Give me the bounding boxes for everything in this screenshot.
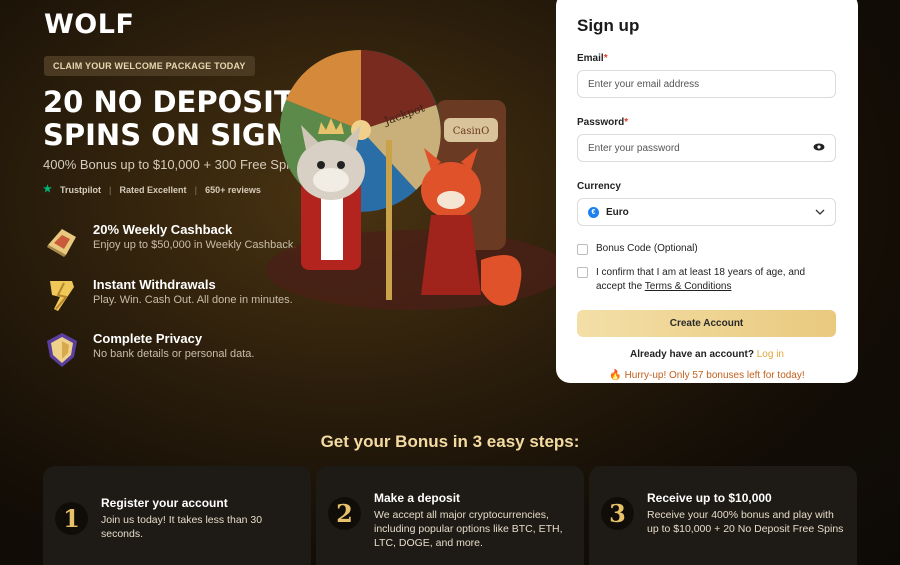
divider: | (194, 184, 198, 195)
step-title: Make a deposit (374, 491, 461, 505)
signup-title: Sign up (577, 16, 640, 35)
step-number: 1 (55, 502, 88, 535)
hurry-message: 🔥 Hurry-up! Only 57 bonuses left for tod… (609, 370, 805, 381)
step-desc: Join us today! It takes less than 30 sec… (101, 514, 263, 540)
password-field-wrapper (577, 134, 836, 162)
claim-badge: CLAIM YOUR WELCOME PACKAGE TODAY (44, 56, 255, 76)
step-number: 2 (328, 497, 361, 530)
email-field[interactable] (588, 78, 788, 90)
shield-icon (44, 331, 80, 369)
step-card-register: 1 Register your account Join us today! I… (43, 466, 311, 565)
bonus-code-checkbox[interactable] (577, 244, 588, 255)
email-label: Email* (577, 53, 608, 64)
feature-withdrawals: Instant Withdrawals Play. Win. Cash Out.… (44, 277, 293, 315)
feature-desc: Play. Win. Cash Out. All done in minutes… (93, 294, 293, 306)
step-card-receive: 3 Receive up to $10,000 Receive your 400… (589, 466, 857, 565)
create-account-button[interactable]: Create Account (577, 310, 836, 337)
login-link[interactable]: Log in (757, 349, 784, 360)
feature-desc: No bank details or personal data. (93, 348, 255, 360)
divider: | (108, 184, 112, 195)
bonus-code-row: Bonus Code (Optional) (577, 243, 837, 255)
feature-title: Complete Privacy (93, 331, 203, 346)
hero-subline: 400% Bonus up to $10,000 + 300 Free Spin… (43, 157, 303, 172)
trustpilot-rating: ★ Trustpilot | Rated Excellent | 650+ re… (43, 184, 261, 195)
terms-text: I confirm that I am at least 18 years of… (596, 267, 805, 292)
lightning-icon (44, 277, 80, 315)
password-field[interactable] (588, 142, 788, 154)
terms-link[interactable]: Terms & Conditions (645, 281, 732, 292)
site-logo[interactable]: WOLF (44, 9, 134, 40)
rating-reviews: 650+ reviews (205, 184, 261, 195)
feature-title: Instant Withdrawals (93, 277, 216, 292)
feature-privacy: Complete Privacy No bank details or pers… (44, 331, 254, 369)
mascot-illustration: CasinO Jackpot (266, 49, 556, 310)
bonus-code-label: Bonus Code (Optional) (596, 243, 698, 254)
terms-row: I confirm that I am at least 18 years of… (577, 266, 837, 294)
trustpilot-label: Trustpilot (59, 184, 101, 195)
rating-score: Rated Excellent (119, 184, 187, 195)
step-desc: Receive your 400% bonus and play with up… (647, 509, 844, 535)
currency-label: Currency (577, 181, 621, 192)
signup-form: Sign up Email* Password* Currency € Euro… (556, 0, 858, 383)
step-desc: We accept all major cryptocurrencies, in… (374, 509, 563, 549)
fire-icon: 🔥 (609, 370, 622, 381)
show-password-eye-icon[interactable] (813, 143, 825, 154)
euro-icon: € (588, 206, 599, 218)
cashback-icon (44, 222, 80, 260)
login-prompt: Already have an account? Log in (630, 349, 784, 360)
step-title: Register your account (101, 496, 228, 510)
password-label: Password* (577, 117, 629, 128)
email-field-wrapper (577, 70, 836, 98)
feature-cashback: 20% Weekly Cashback Enjoy up to $50,000 … (44, 222, 296, 260)
step-card-deposit: 2 Make a deposit We accept all major cry… (316, 466, 584, 565)
star-icon: ★ (43, 184, 52, 195)
step-title: Receive up to $10,000 (647, 491, 772, 505)
step-number: 3 (601, 497, 634, 530)
machine-label: CasinO (453, 126, 490, 137)
currency-selected: Euro (606, 206, 629, 218)
terms-checkbox[interactable] (577, 267, 588, 278)
steps-title: Get your Bonus in 3 easy steps: (320, 432, 580, 451)
chevron-down-icon (815, 207, 825, 218)
currency-select[interactable]: € Euro (577, 198, 836, 226)
